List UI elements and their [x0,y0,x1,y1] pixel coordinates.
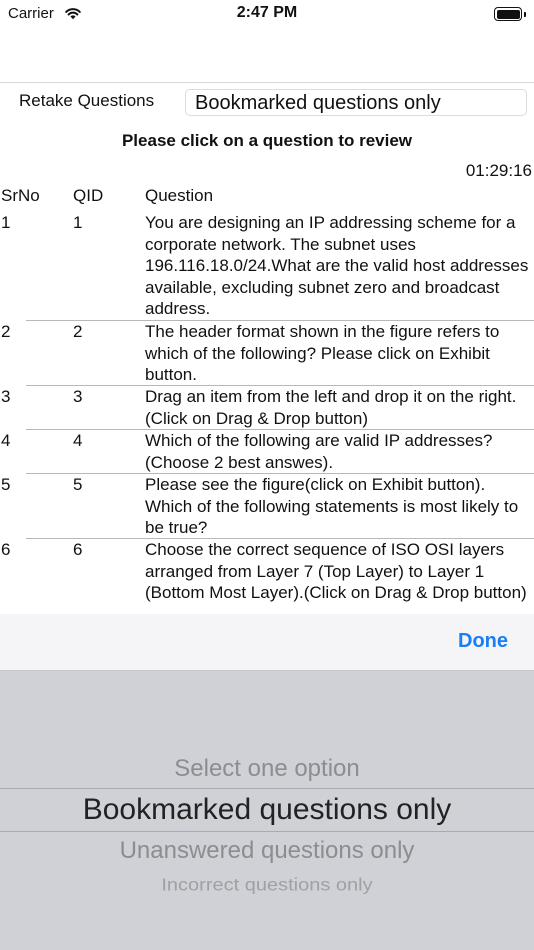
table-row[interactable]: 2 2 The header format shown in the figur… [0,321,534,386]
row-question: Please see the figure(click on Exhibit b… [145,475,519,538]
header-question: Question [145,186,214,205]
header-srno: SrNo [1,186,40,205]
table-row[interactable]: 5 5 Please see the figure(click on Exhib… [0,474,534,539]
row-question: Choose the correct sequence of ISO OSI l… [145,540,527,603]
selection-indicator-bottom [0,831,534,832]
table-row[interactable]: 6 6 Choose the correct sequence of ISO O… [0,539,534,614]
table-header: SrNo QID Question [0,186,534,208]
row-question: Drag an item from the left and drop it o… [145,387,517,428]
header-qid: QID [73,186,104,205]
picker-option-bookmarked[interactable]: Bookmarked questions only [0,793,534,827]
clock-time: 2:47 PM [236,4,298,21]
battery-icon [494,7,526,21]
row-question: You are designing an IP addressing schem… [145,213,529,319]
row-qid: 2 [73,322,83,341]
row-srno: 4 [1,431,11,450]
table-row[interactable]: 4 4 Which of the following are valid IP … [0,430,534,474]
row-qid: 5 [73,475,83,494]
status-bar: Carrier 2:47 PM [0,0,534,30]
exam-timer: 01:29:16 [465,161,532,180]
picker-option-select-one[interactable]: Select one option [0,755,534,783]
picker-toolbar: Done [0,614,534,671]
row-srno: 6 [1,540,11,559]
row-srno: 3 [1,387,11,406]
row-qid: 3 [73,387,83,406]
option-picker: Done Select one option Bookmarked questi… [0,614,534,950]
selection-indicator-top [0,788,534,789]
row-srno: 5 [1,475,11,494]
row-question: Which of the following are valid IP addr… [145,431,493,472]
row-question: The header format shown in the figure re… [145,322,500,385]
retake-filter-field[interactable]: Bookmarked questions only [185,89,527,116]
review-instruction: Please click on a question to review [121,131,413,150]
row-qid: 6 [73,540,83,559]
row-srno: 1 [1,213,11,232]
table-row[interactable]: 1 1 You are designing an IP addressing s… [0,212,534,321]
picker-option-unanswered[interactable]: Unanswered questions only [0,837,534,865]
row-qid: 1 [73,213,83,232]
table-row[interactable]: 3 3 Drag an item from the left and drop … [0,386,534,430]
picker-wheel[interactable]: Select one option Bookmarked questions o… [0,671,534,950]
row-qid: 4 [73,431,83,450]
retake-questions-label: Retake Questions [19,91,155,110]
picker-option-incorrect[interactable]: Incorrect questions only [0,875,534,895]
questions-table: SrNo QID Question 1 1 You are designing … [0,186,534,614]
done-button[interactable]: Done [458,630,508,653]
row-srno: 2 [1,322,11,341]
nav-divider [0,82,534,83]
